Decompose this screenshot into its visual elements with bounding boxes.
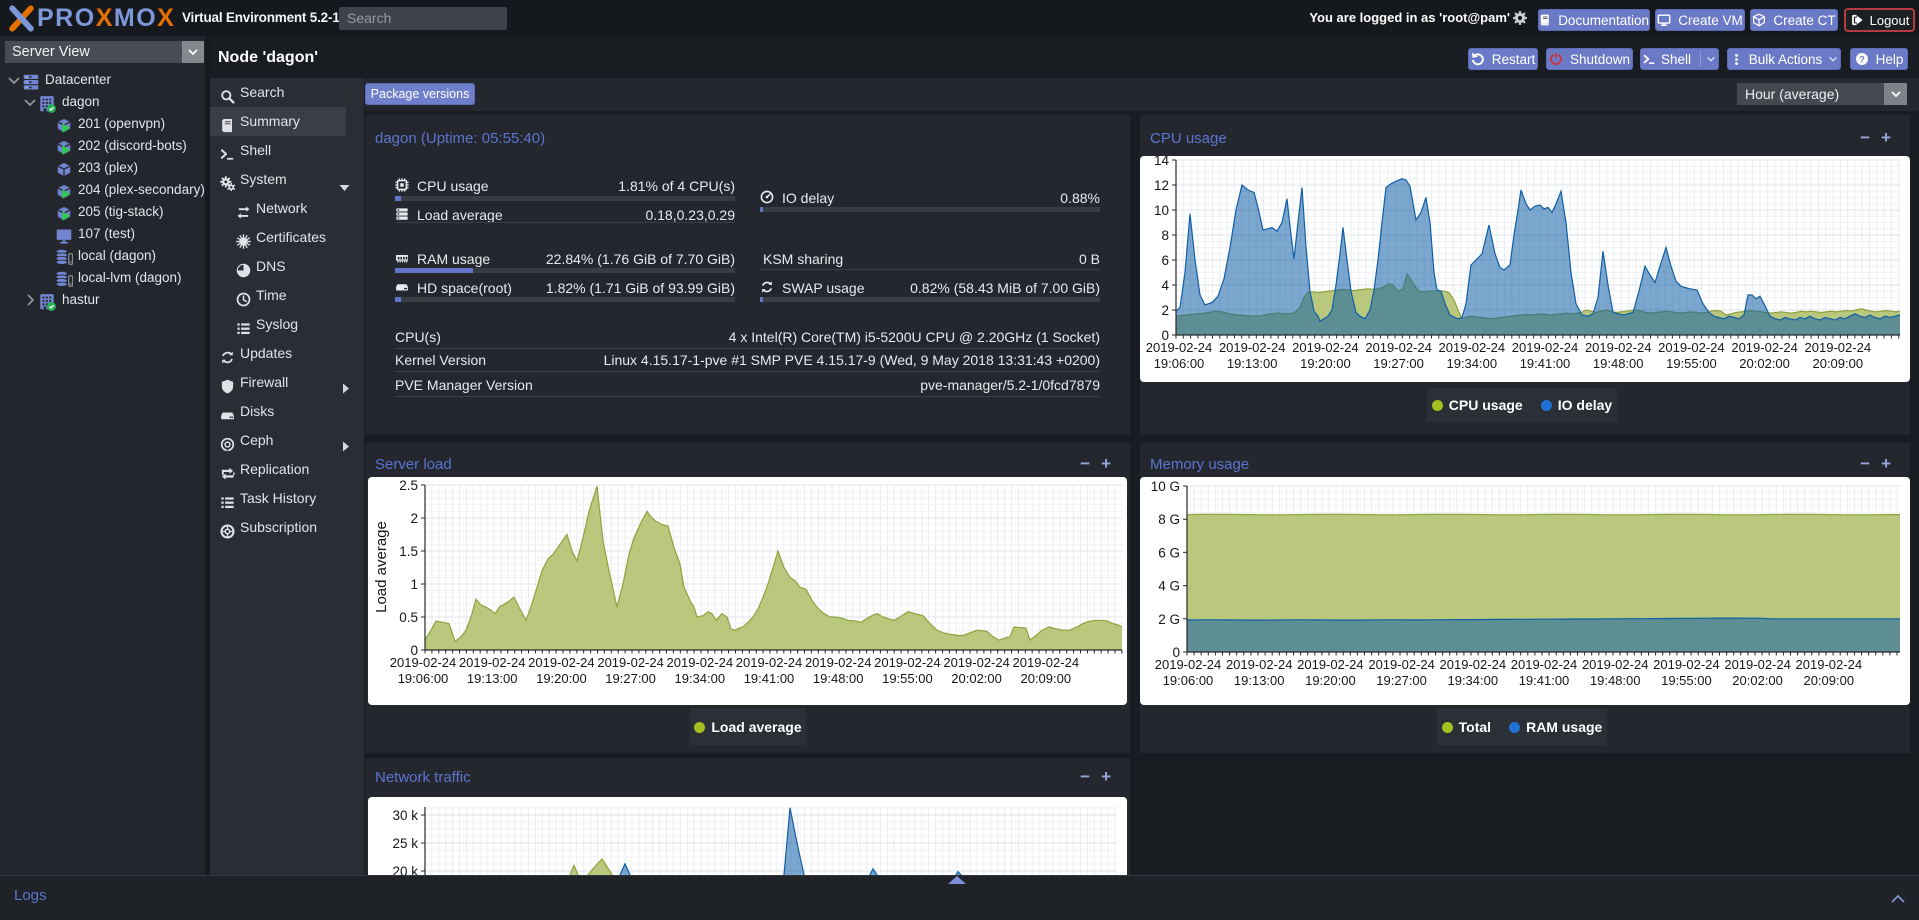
svg-text:19:27:00: 19:27:00 [1376,673,1427,688]
svg-text:19:41:00: 19:41:00 [1520,356,1571,371]
svg-text:2019-02-24: 2019-02-24 [1582,657,1649,672]
svg-text:20 k: 20 k [392,864,418,875]
svg-text:19:13:00: 19:13:00 [1234,673,1285,688]
svg-text:19:34:00: 19:34:00 [674,671,725,686]
svg-text:20:09:00: 20:09:00 [1812,356,1863,371]
svg-text:8: 8 [1161,228,1169,243]
svg-text:14: 14 [1154,156,1170,168]
svg-text:19:13:00: 19:13:00 [467,671,518,686]
svg-text:2019-02-24: 2019-02-24 [736,655,803,670]
svg-text:10 G: 10 G [1151,479,1180,494]
svg-text:2019-02-24: 2019-02-24 [459,655,526,670]
svg-text:8 G: 8 G [1158,512,1180,527]
svg-text:2: 2 [410,511,418,526]
svg-text:2019-02-24: 2019-02-24 [1731,340,1798,355]
svg-text:2019-02-24: 2019-02-24 [1796,657,1863,672]
svg-text:19:55:00: 19:55:00 [1661,673,1712,688]
svg-text:19:27:00: 19:27:00 [1373,356,1424,371]
svg-text:2.5: 2.5 [399,478,418,493]
svg-text:2019-02-24: 2019-02-24 [1146,340,1213,355]
svg-text:2019-02-24: 2019-02-24 [1512,340,1579,355]
svg-text:19:13:00: 19:13:00 [1227,356,1278,371]
svg-text:2019-02-24: 2019-02-24 [1653,657,1720,672]
svg-text:?: ? [1859,55,1865,65]
svg-text:30 k: 30 k [392,808,418,823]
svg-text:19:27:00: 19:27:00 [605,671,656,686]
svg-text:2019-02-24: 2019-02-24 [1439,340,1506,355]
svg-text:19:48:00: 19:48:00 [1593,356,1644,371]
svg-text:20:09:00: 20:09:00 [1803,673,1854,688]
svg-text:20:09:00: 20:09:00 [1020,671,1071,686]
svg-text:2019-02-24: 2019-02-24 [1219,340,1286,355]
svg-text:1: 1 [410,577,418,592]
svg-text:4: 4 [1161,278,1169,293]
svg-text:0.5: 0.5 [399,610,418,625]
svg-text:2019-02-24: 2019-02-24 [1585,340,1652,355]
svg-text:19:41:00: 19:41:00 [1519,673,1570,688]
svg-text:19:06:00: 19:06:00 [1163,673,1214,688]
svg-text:2019-02-24: 2019-02-24 [1297,657,1364,672]
svg-text:19:20:00: 19:20:00 [1300,356,1351,371]
svg-text:2019-02-24: 2019-02-24 [1226,657,1293,672]
svg-text:6 G: 6 G [1158,545,1180,560]
svg-text:19:20:00: 19:20:00 [1305,673,1356,688]
svg-text:19:48:00: 19:48:00 [1590,673,1641,688]
svg-text:Load average: Load average [373,521,390,613]
svg-text:2019-02-24: 2019-02-24 [1658,340,1725,355]
svg-text:19:34:00: 19:34:00 [1446,356,1497,371]
svg-text:19:41:00: 19:41:00 [744,671,795,686]
svg-text:2019-02-24: 2019-02-24 [1368,657,1435,672]
svg-text:19:06:00: 19:06:00 [398,671,449,686]
svg-text:19:20:00: 19:20:00 [536,671,587,686]
svg-text:2 G: 2 G [1158,612,1180,627]
svg-text:4 G: 4 G [1158,579,1180,594]
svg-text:12: 12 [1154,178,1169,193]
svg-text:10: 10 [1154,203,1169,218]
svg-text:2019-02-24: 2019-02-24 [1365,340,1432,355]
svg-text:2019-02-24: 2019-02-24 [874,655,941,670]
svg-text:2019-02-24: 2019-02-24 [1440,657,1507,672]
svg-text:2019-02-24: 2019-02-24 [943,655,1010,670]
svg-text:2019-02-24: 2019-02-24 [805,655,872,670]
svg-text:2019-02-24: 2019-02-24 [390,655,457,670]
svg-text:25 k: 25 k [392,836,418,851]
svg-text:2019-02-24: 2019-02-24 [1155,657,1222,672]
svg-text:2019-02-24: 2019-02-24 [1805,340,1872,355]
svg-text:1.5: 1.5 [399,544,418,559]
svg-text:19:34:00: 19:34:00 [1447,673,1498,688]
svg-text:20:02:00: 20:02:00 [1732,673,1783,688]
svg-text:6: 6 [1161,253,1169,268]
svg-text:2019-02-24: 2019-02-24 [1511,657,1578,672]
svg-text:20:02:00: 20:02:00 [1739,356,1790,371]
svg-text:19:55:00: 19:55:00 [1666,356,1717,371]
svg-text:2019-02-24: 2019-02-24 [1013,655,1080,670]
svg-text:2019-02-24: 2019-02-24 [1292,340,1359,355]
svg-text:19:55:00: 19:55:00 [882,671,933,686]
svg-text:2: 2 [1161,303,1169,318]
svg-text:19:06:00: 19:06:00 [1154,356,1205,371]
svg-text:19:48:00: 19:48:00 [813,671,864,686]
svg-text:2019-02-24: 2019-02-24 [667,655,734,670]
svg-text:2019-02-24: 2019-02-24 [597,655,664,670]
svg-text:2019-02-24: 2019-02-24 [1724,657,1791,672]
svg-text:2019-02-24: 2019-02-24 [528,655,595,670]
svg-text:20:02:00: 20:02:00 [951,671,1002,686]
